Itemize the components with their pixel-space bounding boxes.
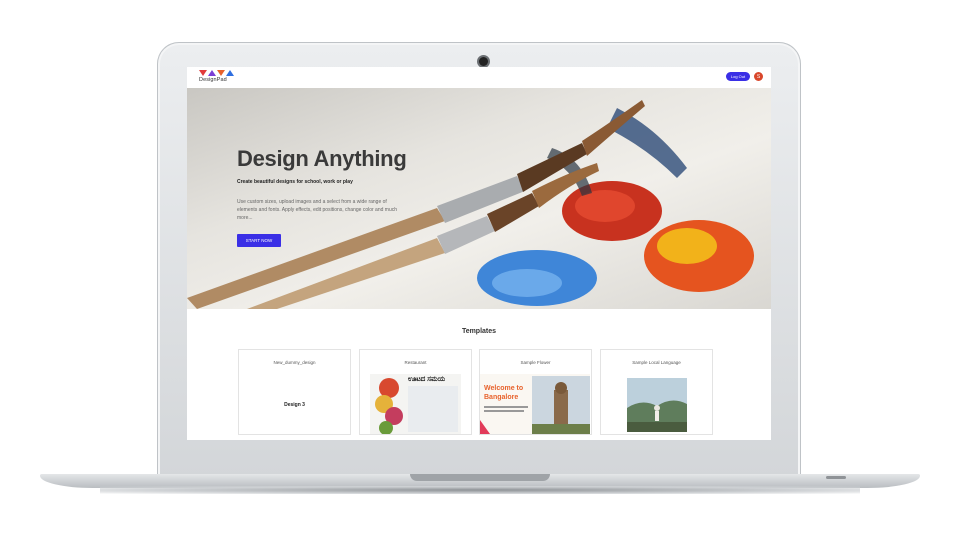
logo-text: DesignPad	[199, 77, 227, 83]
template-card[interactable]: Sample Local Language	[600, 349, 713, 435]
tower-image	[532, 376, 590, 434]
start-now-button[interactable]: START NOW	[237, 234, 281, 247]
template-preview: ಊಟದ ಸಮಯ	[370, 374, 461, 434]
preview-text: ಊಟದ ಸಮಯ	[408, 376, 446, 383]
avatar[interactable]: S	[754, 72, 763, 81]
corner-decoration	[480, 420, 490, 434]
hero-banner: Design Anything Create beautiful designs…	[187, 88, 771, 309]
templates-heading: Templates	[461, 328, 497, 335]
landscape-image	[627, 378, 687, 432]
camera-icon	[479, 57, 488, 66]
template-name: Sample Flower	[520, 360, 551, 365]
template-preview	[611, 374, 702, 434]
template-name: Sample Local Language	[632, 360, 681, 365]
food-image	[375, 378, 403, 434]
preview-text: Design 3	[284, 402, 305, 408]
laptop-shadow	[100, 486, 860, 494]
laptop-indicator	[826, 476, 846, 479]
preview-text: Welcome to Bangalore	[484, 385, 524, 401]
template-name: New_dummy_design	[273, 360, 316, 365]
template-card[interactable]: Sample Flower Welcome to Bangalore	[479, 349, 592, 435]
app-header: DesignPad Log Out S	[187, 67, 771, 88]
logo[interactable]: DesignPad	[199, 70, 234, 83]
laptop-notch	[410, 474, 550, 481]
preview-image	[408, 386, 458, 432]
template-name: Restaurant	[404, 360, 427, 365]
template-card[interactable]: New_dummy_design Design 3	[238, 349, 351, 435]
template-preview: Design 3	[249, 374, 340, 434]
screen: DesignPad Log Out S Design Anything Crea…	[187, 67, 771, 440]
hero-description: Use custom sizes, upload images and a se…	[237, 199, 398, 221]
template-preview: Welcome to Bangalore	[480, 374, 590, 434]
template-card[interactable]: Restaurant ಊಟದ ಸಮಯ	[359, 349, 472, 435]
hero-subtitle: Create beautiful designs for school, wor…	[237, 179, 353, 185]
logout-button[interactable]: Log Out	[726, 72, 750, 81]
hero-title: Design Anything	[237, 146, 407, 171]
logo-triangles-icon	[199, 70, 234, 76]
